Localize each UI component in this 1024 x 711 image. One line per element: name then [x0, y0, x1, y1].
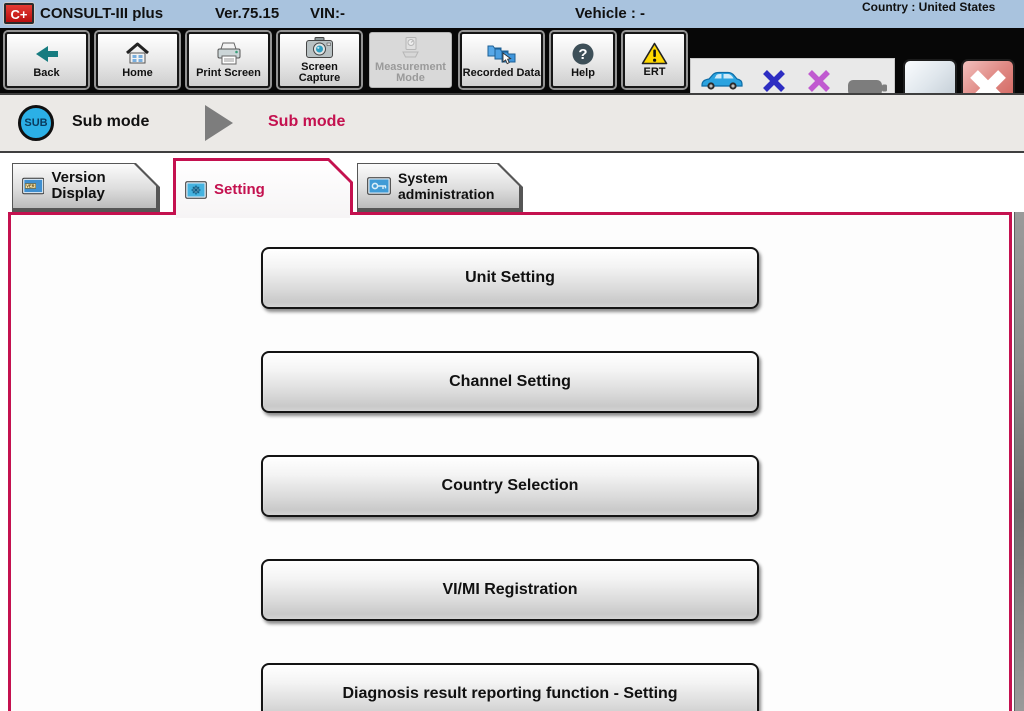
tab-version-display[interactable]: VER Version Display: [13, 164, 156, 208]
screen-capture-button[interactable]: Screen Capture: [278, 32, 361, 88]
measurement-mode-icon: [398, 36, 423, 60]
ert-warning-icon: [641, 42, 668, 65]
unit-setting-button[interactable]: Unit Setting: [261, 247, 759, 309]
system-administration-icon: [367, 177, 391, 195]
camera-icon: [305, 36, 334, 60]
diagnosis-result-reporting-setting-button[interactable]: Diagnosis result reporting function - Se…: [261, 663, 759, 711]
help-label: Help: [571, 68, 595, 79]
tab-system-administration[interactable]: System administration: [358, 164, 519, 208]
help-button[interactable]: ? Help: [551, 32, 615, 88]
home-icon: [124, 42, 151, 66]
tab-setting[interactable]: Setting: [176, 161, 350, 218]
breadcrumb-arrow-icon: [205, 105, 233, 141]
svg-text:VER: VER: [26, 183, 34, 188]
vi-mi-registration-button[interactable]: VI/MI Registration: [261, 559, 759, 621]
ert-button[interactable]: ERT: [623, 32, 686, 88]
car-icon: [699, 70, 745, 92]
home-button[interactable]: Home: [96, 32, 179, 88]
breadcrumb-mode-label: Sub mode: [72, 113, 149, 131]
tab-setting-label: Setting: [214, 182, 265, 198]
title-bar: C+ CONSULT-III plus Ver.75.15 VIN:- Vehi…: [0, 0, 1024, 29]
printer-icon: [215, 42, 243, 66]
app-version: Ver.75.15: [215, 5, 279, 22]
main-toolbar: Back Home Print Screen: [0, 28, 1024, 93]
print-screen-button[interactable]: Print Screen: [187, 32, 270, 88]
country-selection-button[interactable]: Country Selection: [261, 455, 759, 517]
country-value: Country : United States: [862, 1, 1017, 14]
recorded-data-label: Recorded Data: [463, 68, 541, 79]
tab-system-administration-label: System administration: [398, 170, 508, 202]
tab-version-display-label: Version Display: [51, 170, 156, 202]
setting-icon: [185, 181, 207, 199]
back-button[interactable]: Back: [5, 32, 88, 88]
channel-setting-button[interactable]: Channel Setting: [261, 351, 759, 413]
back-arrow-icon: [33, 42, 60, 66]
help-icon: ?: [571, 42, 595, 66]
vin-value: VIN:-: [310, 5, 345, 22]
svg-text:?: ?: [578, 46, 587, 63]
print-screen-label: Print Screen: [196, 68, 261, 79]
ert-label: ERT: [644, 67, 666, 78]
recorded-data-icon: [486, 41, 517, 66]
app-logo-icon: C+: [4, 3, 34, 24]
mi-disconnected-x-icon: [806, 69, 832, 93]
home-label: Home: [122, 68, 153, 79]
screen-capture-label: Screen Capture: [281, 62, 359, 84]
version-display-icon: VER: [22, 177, 44, 195]
vertical-scrollbar[interactable]: [1014, 212, 1024, 711]
breadcrumb-bar: SUB Sub mode Sub mode: [0, 93, 1024, 153]
vi-disconnected-x-icon: [761, 69, 787, 93]
measurement-mode-label: Measurement Mode: [372, 62, 450, 84]
consult-app-window: C+ CONSULT-III plus Ver.75.15 VIN:- Vehi…: [0, 0, 1024, 711]
measurement-mode-button: Measurement Mode: [369, 32, 452, 88]
back-label: Back: [33, 68, 59, 79]
recorded-data-button[interactable]: Recorded Data: [460, 32, 543, 88]
vehicle-value: Vehicle : -: [575, 5, 645, 22]
sub-mode-badge: SUB: [18, 105, 54, 141]
breadcrumb-current-page: Sub mode: [268, 113, 345, 131]
app-title: CONSULT-III plus: [40, 5, 163, 22]
